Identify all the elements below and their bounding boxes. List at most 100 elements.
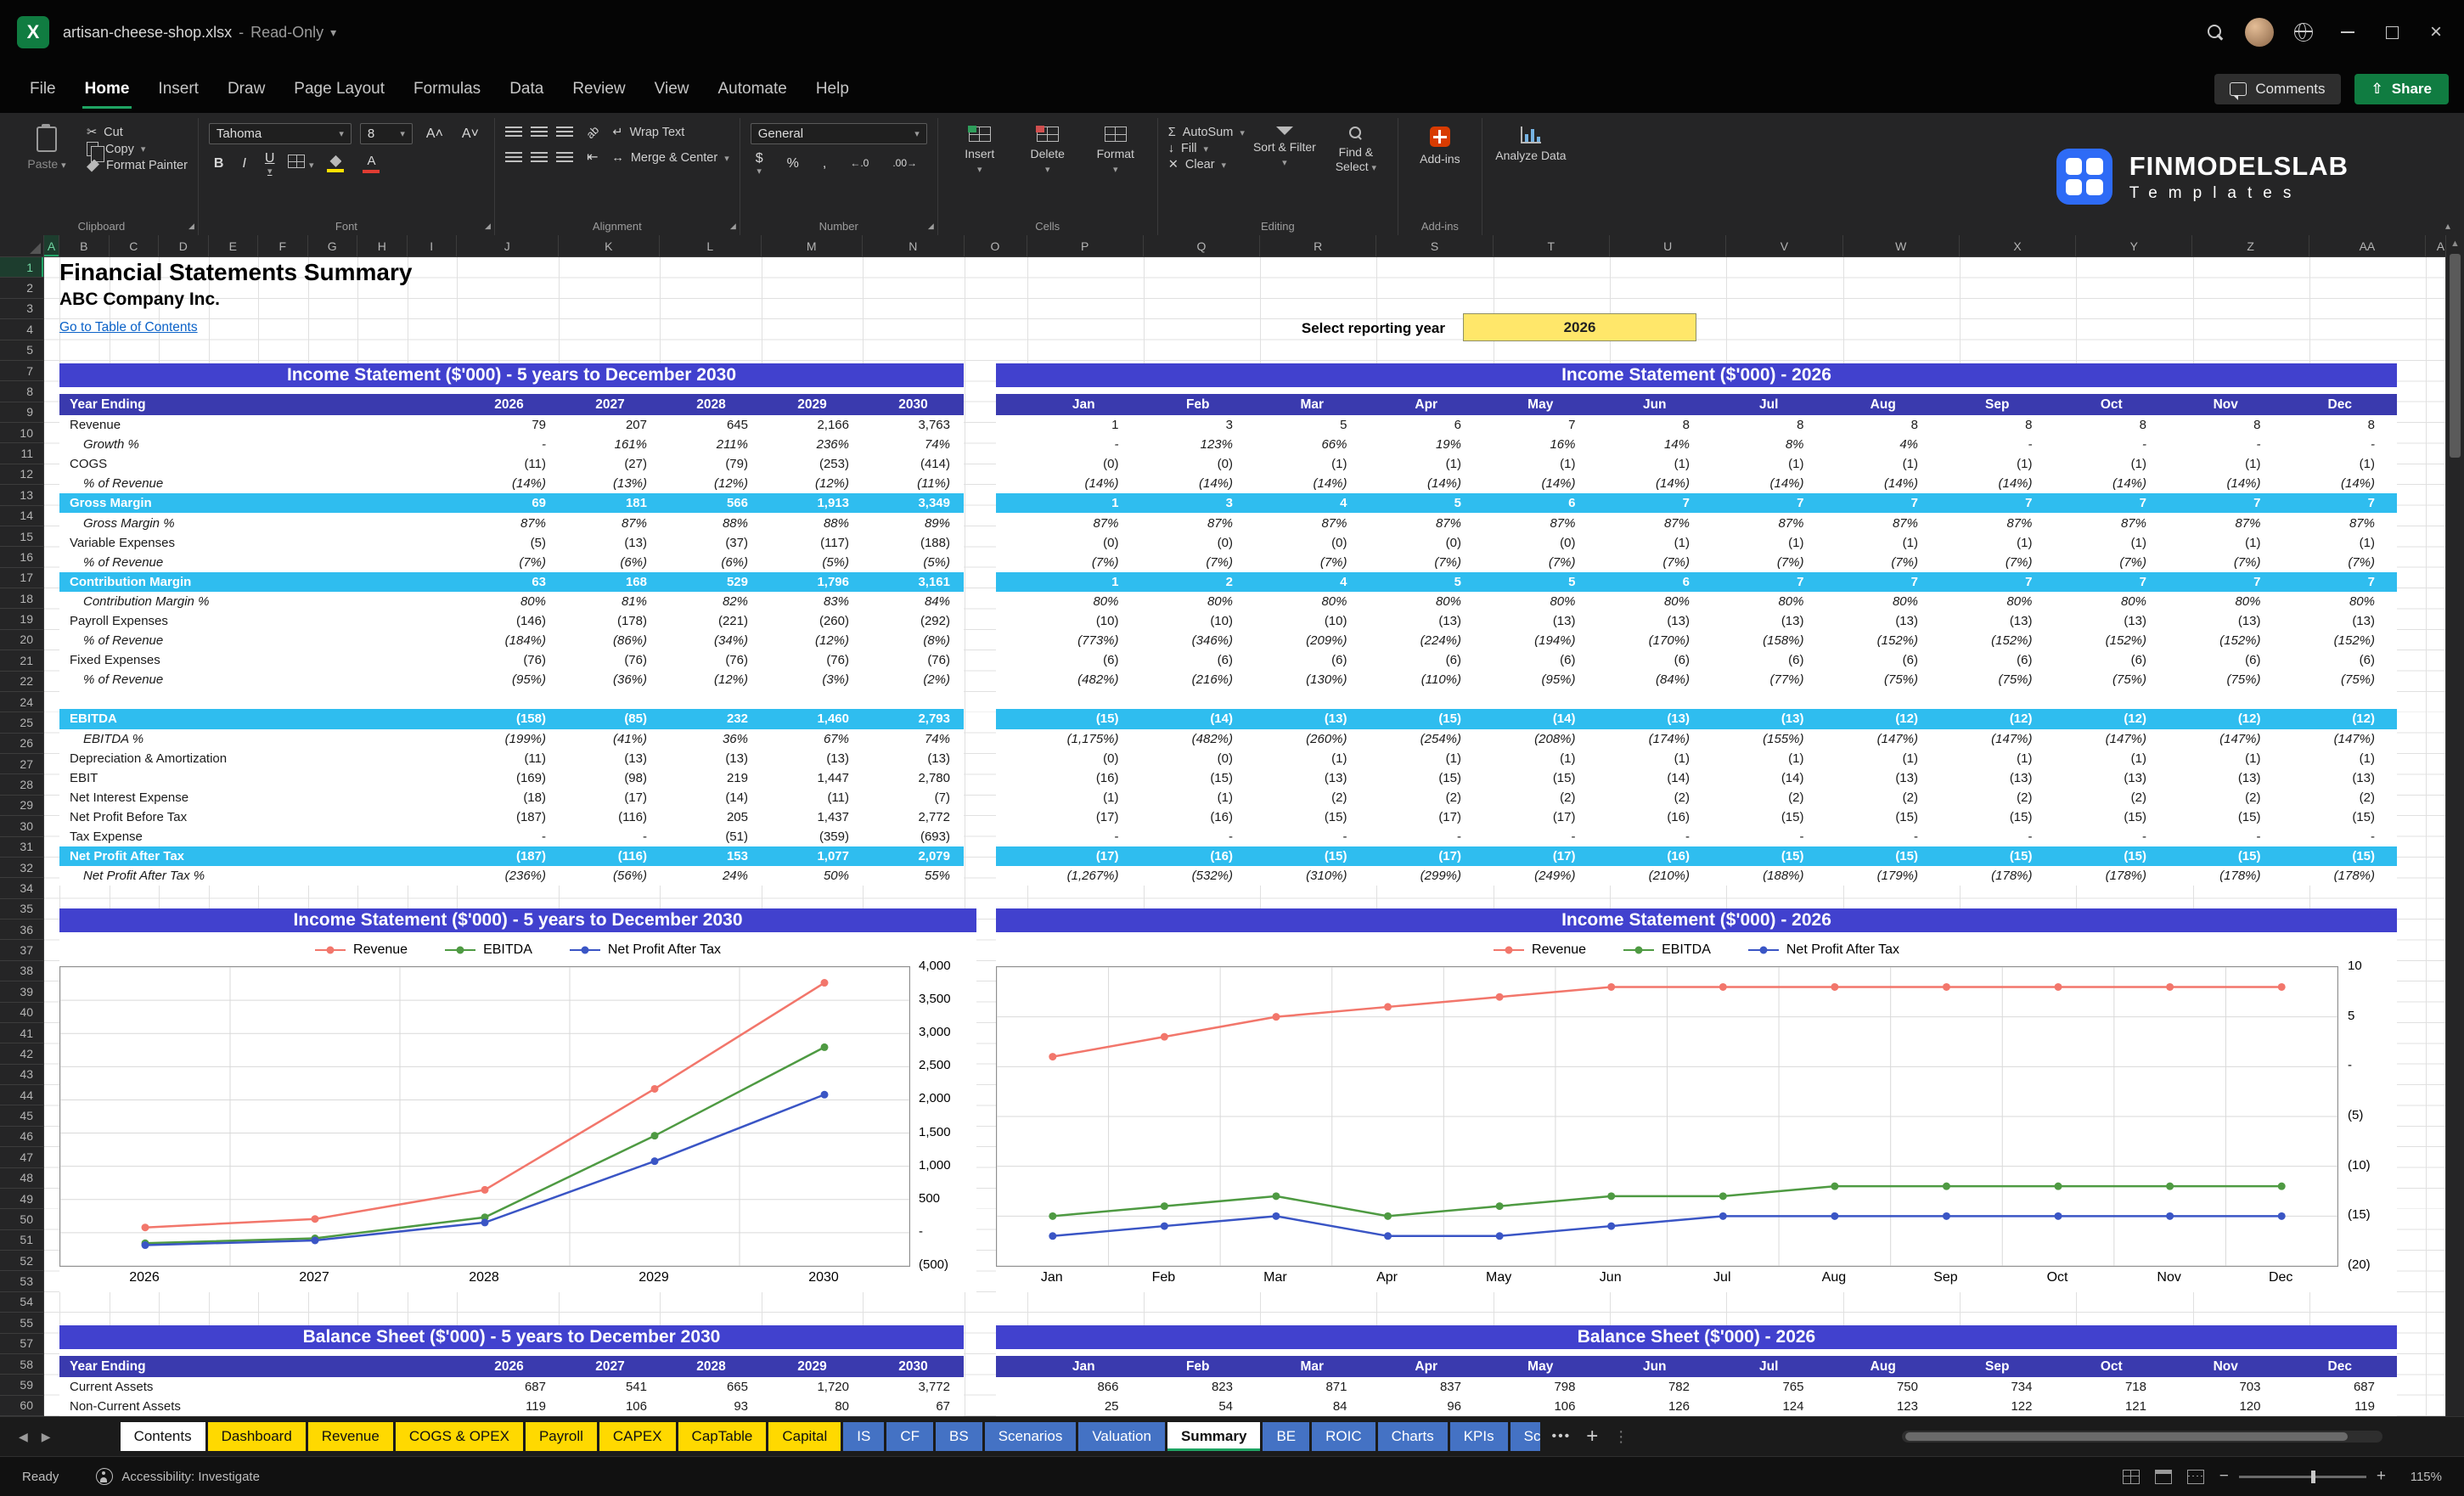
cell-value[interactable]: 80%	[1712, 594, 1826, 609]
cell-value[interactable]: (14%)	[2169, 476, 2283, 491]
cell-value[interactable]: 3	[1141, 496, 1256, 510]
column-header-f[interactable]: F	[258, 235, 308, 256]
cell-value[interactable]: (17)	[1027, 849, 1141, 863]
cell-value[interactable]: (0)	[1141, 457, 1256, 471]
cell-value[interactable]: (17)	[1483, 810, 1598, 824]
cell-value[interactable]: 1	[1027, 575, 1141, 589]
fill-color-button[interactable]	[322, 155, 349, 172]
row-header-38[interactable]: 38	[0, 961, 43, 982]
cell-value[interactable]: 2,079	[863, 849, 964, 863]
cell-value[interactable]: 8	[2169, 418, 2283, 432]
cell-value[interactable]: (15)	[1370, 711, 1484, 726]
row-header-20[interactable]: 20	[0, 630, 43, 651]
menu-tab-draw[interactable]: Draw	[213, 65, 279, 113]
table-header-cell[interactable]: Mar	[1255, 1359, 1370, 1375]
cell-value[interactable]: (14)	[1712, 771, 1826, 785]
cell-value[interactable]: 87%	[1027, 516, 1141, 531]
cell-value[interactable]: (146)	[458, 614, 560, 628]
alignment-dialog-launcher[interactable]: ◢	[730, 222, 736, 231]
cell-value[interactable]: (1)	[2283, 457, 2398, 471]
sheet-tab-roic[interactable]: ROIC	[1312, 1422, 1375, 1451]
cell-value[interactable]: (1)	[1826, 751, 1941, 766]
cell-value[interactable]: 7	[1712, 496, 1826, 510]
indent-icon[interactable]: ⇤	[582, 150, 603, 166]
cell-value[interactable]: (13)	[1940, 771, 2055, 785]
cell-value[interactable]: (130%)	[1255, 672, 1370, 687]
cell-value[interactable]: -	[2055, 830, 2169, 844]
cell-value[interactable]: (5%)	[863, 555, 964, 570]
cell-value[interactable]: (15)	[2283, 849, 2398, 863]
cell-value[interactable]: (36%)	[560, 672, 661, 687]
cell-value[interactable]: 36%	[661, 732, 762, 746]
cell-value[interactable]: (15)	[1370, 771, 1484, 785]
cell-value[interactable]: 120	[2169, 1399, 2283, 1414]
increase-font-icon[interactable]: A˄	[421, 127, 448, 142]
cell-value[interactable]: 798	[1483, 1380, 1598, 1394]
menu-tab-page-layout[interactable]: Page Layout	[279, 65, 399, 113]
row-label[interactable]: Contribution Margin	[59, 575, 458, 589]
cell-value[interactable]: 122	[1940, 1399, 2055, 1414]
cell-value[interactable]: 7	[1940, 496, 2055, 510]
cell-value[interactable]: (178%)	[2283, 869, 2398, 883]
autosum-button[interactable]: Σ AutoSum ▾	[1168, 126, 1245, 139]
row-label[interactable]: Tax Expense	[59, 830, 458, 844]
row-header-37[interactable]: 37	[0, 940, 43, 961]
cell-value[interactable]: 161%	[560, 437, 661, 452]
cell-value[interactable]: 4	[1255, 575, 1370, 589]
cell-value[interactable]: 1	[1027, 418, 1141, 432]
cell-value[interactable]: (1)	[1940, 457, 2055, 471]
horizontal-scrollbar[interactable]	[1902, 1431, 2382, 1443]
cell-value[interactable]: 54	[1141, 1399, 1256, 1414]
sheet-tab-scenarios[interactable]: Scenarios	[984, 1422, 1077, 1451]
row-header-1[interactable]: 1	[0, 257, 43, 278]
cell-value[interactable]: 7	[1483, 418, 1598, 432]
cell-value[interactable]: (6)	[2055, 653, 2169, 667]
cell-value[interactable]: (13)	[2169, 614, 2283, 628]
cell-value[interactable]: 1	[1027, 496, 1141, 510]
cell-value[interactable]: (253)	[762, 457, 863, 471]
borders-button[interactable]: ▾	[288, 155, 313, 172]
cell-value[interactable]: (12)	[2055, 711, 2169, 726]
row-header-29[interactable]: 29	[0, 796, 43, 817]
tab-scroll-right-icon[interactable]: ▶	[35, 1430, 58, 1444]
cell-value[interactable]: 1,437	[762, 810, 863, 824]
cell-value[interactable]: 823	[1141, 1380, 1256, 1394]
column-header-i[interactable]: I	[408, 235, 457, 256]
row-header-22[interactable]: 22	[0, 672, 43, 692]
cell-value[interactable]: (13)	[762, 751, 863, 766]
cell-value[interactable]: (15)	[1483, 771, 1598, 785]
row-header-51[interactable]: 51	[0, 1230, 43, 1251]
tab-options-icon[interactable]: ⋮	[1613, 1428, 1629, 1446]
cell-value[interactable]: (152%)	[1940, 633, 2055, 648]
row-header-2[interactable]: 2	[0, 278, 43, 299]
cell-value[interactable]: (27)	[560, 457, 661, 471]
cell-value[interactable]: 8%	[1712, 437, 1826, 452]
cell-value[interactable]: (152%)	[2055, 633, 2169, 648]
italic-button[interactable]: I	[237, 156, 250, 172]
cell-value[interactable]: -	[1598, 830, 1713, 844]
cell-value[interactable]: (37)	[661, 536, 762, 550]
cell-value[interactable]: (6)	[1370, 653, 1484, 667]
cell-value[interactable]: (13)	[1712, 711, 1826, 726]
cell-value[interactable]: (1)	[1712, 457, 1826, 471]
row-label[interactable]: EBIT	[59, 771, 458, 785]
row-header-43[interactable]: 43	[0, 1065, 43, 1085]
tab-scroll-left-icon[interactable]: ◀	[12, 1430, 35, 1444]
cell-value[interactable]: (56%)	[560, 869, 661, 883]
cell-value[interactable]: 734	[1940, 1380, 2055, 1394]
format-cells-button[interactable]: Format ▾	[1084, 123, 1147, 176]
cell-value[interactable]: (2%)	[863, 672, 964, 687]
cell-value[interactable]: 8	[1826, 418, 1941, 432]
cell-value[interactable]: (224%)	[1370, 633, 1484, 648]
row-header-10[interactable]: 10	[0, 423, 43, 444]
cell-value[interactable]: 89%	[863, 516, 964, 531]
cell-value[interactable]: (6)	[1826, 653, 1941, 667]
cell-value[interactable]: (11%)	[863, 476, 964, 491]
zoom-slider[interactable]	[2238, 1470, 2366, 1483]
cell-value[interactable]: (158)	[458, 711, 560, 726]
cell-value[interactable]: (12)	[2169, 711, 2283, 726]
reporting-year-input-cell[interactable]: 2026	[1463, 313, 1696, 341]
column-header-o[interactable]: O	[965, 235, 1027, 256]
cell-value[interactable]: (13)	[863, 751, 964, 766]
monthly-income-chart[interactable]: Income Statement ($'000) - 2026 Revenue E…	[996, 908, 2397, 1292]
